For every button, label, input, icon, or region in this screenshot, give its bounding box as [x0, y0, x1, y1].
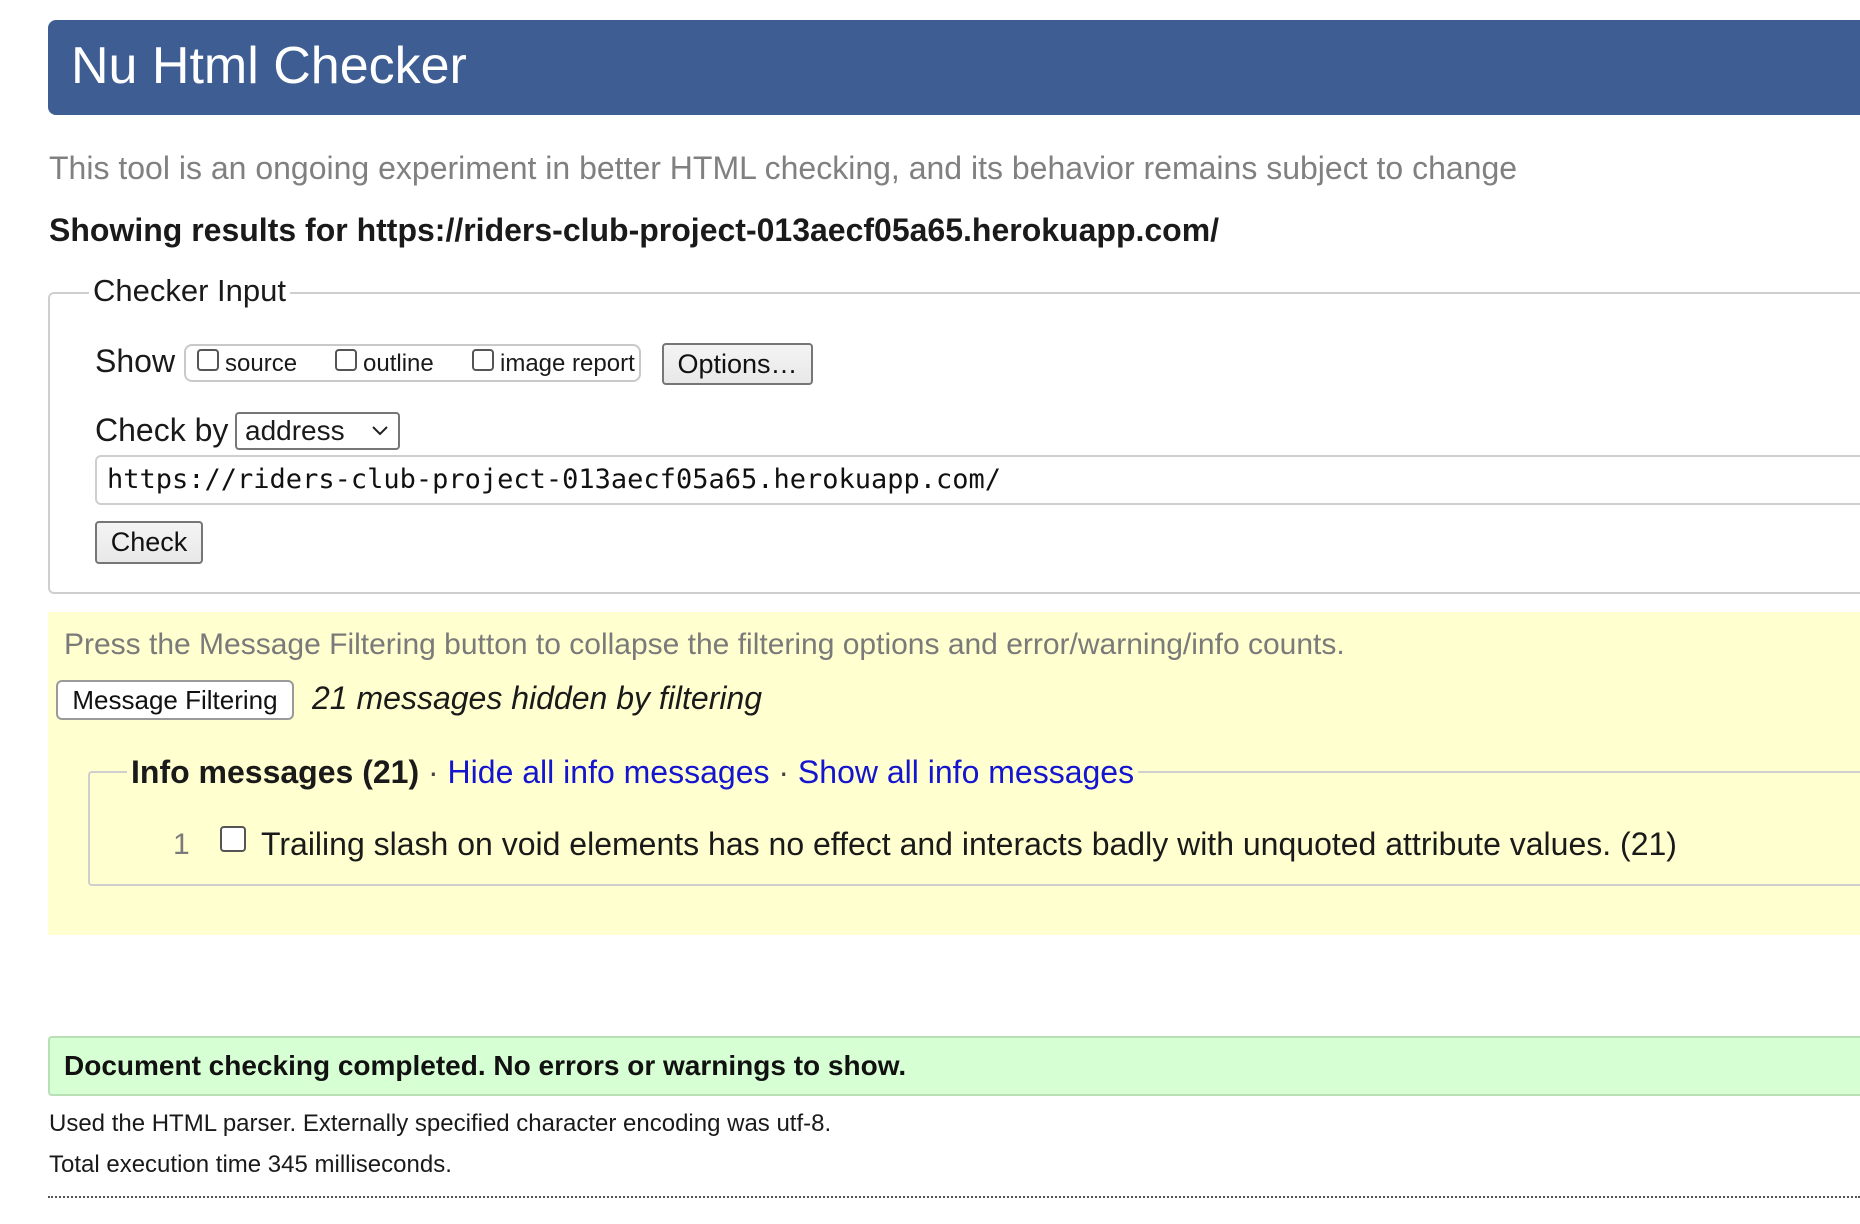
show-label: Show [95, 343, 176, 379]
options-button[interactable]: Options… [662, 343, 813, 385]
header-banner: Nu Html Checker [48, 20, 1860, 115]
results-heading: Showing results for https://riders-club-… [49, 212, 1220, 248]
check-button[interactable]: Check [95, 521, 203, 564]
show-source-label: source [225, 350, 298, 377]
info-messages-title: Info messages (21) [131, 754, 420, 790]
message-filter-checkbox[interactable] [220, 826, 246, 852]
legend-separator: · [428, 754, 439, 790]
hide-all-info-link[interactable]: Hide all info messages [448, 754, 770, 790]
message-filtering-button[interactable]: Message Filtering [56, 680, 294, 720]
chevron-down-icon [372, 426, 388, 436]
parser-note: Used the HTML parser. Externally specifi… [49, 1110, 832, 1137]
checker-input-legend: Checker Input [89, 271, 290, 311]
tool-description: This tool is an ongoing experiment in be… [49, 150, 1518, 186]
hidden-messages-summary: 21 messages hidden by filtering [312, 680, 763, 716]
message-text: Trailing slash on void elements has no e… [261, 826, 1677, 862]
info-messages-legend: Info messages (21) · Hide all info messa… [127, 752, 1139, 792]
nu-html-checker-page: Nu Html Checker This tool is an ongoing … [0, 0, 1860, 1224]
message-number: 1 [173, 828, 190, 861]
execution-time: Total execution time 345 milliseconds. [49, 1151, 452, 1178]
check-by-select[interactable]: address [235, 412, 400, 450]
page-title: Nu Html Checker [71, 37, 467, 95]
footer-divider [48, 1196, 1860, 1198]
completion-message: Document checking completed. No errors o… [64, 1050, 907, 1081]
show-outline-label: outline [363, 350, 434, 377]
show-outline-checkbox[interactable] [335, 349, 357, 371]
filtering-note: Press the Message Filtering button to co… [64, 628, 1345, 661]
show-image-report-checkbox[interactable] [472, 349, 494, 371]
legend-separator: · [778, 754, 790, 790]
show-outline-option[interactable]: outline [335, 344, 434, 384]
show-source-checkbox[interactable] [197, 349, 219, 371]
check-by-label: Check by [95, 412, 229, 448]
show-image-report-option[interactable]: image report [472, 344, 635, 384]
show-image-report-label: image report [500, 350, 635, 377]
url-input[interactable]: https://riders-club-project-013aecf05a65… [95, 455, 1860, 505]
check-by-selected-value: address [245, 415, 345, 446]
show-all-info-link[interactable]: Show all info messages [798, 754, 1134, 790]
show-source-option[interactable]: source [197, 344, 297, 384]
